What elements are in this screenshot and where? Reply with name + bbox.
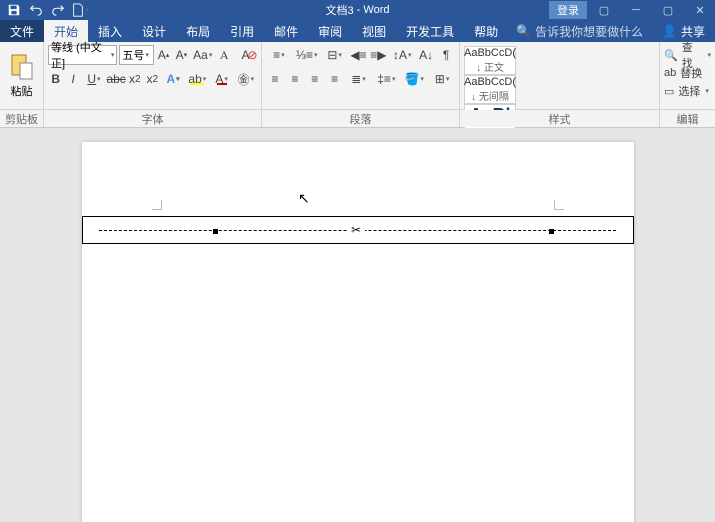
tab-review[interactable]: 审阅: [308, 20, 352, 42]
undo-button[interactable]: [26, 1, 46, 19]
tell-me-search[interactable]: 🔍 告诉我你想要做什么: [516, 20, 643, 42]
grow-font-button[interactable]: A▴: [156, 46, 172, 64]
superscript-button[interactable]: x2: [145, 70, 160, 88]
replace-button[interactable]: ab替换: [664, 64, 711, 82]
share-icon: 👤: [662, 24, 677, 38]
style-normal[interactable]: AaBbCcD( ↓ 正文: [464, 46, 516, 75]
show-marks-button[interactable]: ¶: [437, 46, 455, 64]
font-size-combo[interactable]: 五号▾: [119, 45, 153, 65]
margin-marker-tr: [554, 200, 564, 210]
group-editing: 🔍查找▾ ab替换 ▭选择▾: [660, 42, 715, 109]
mouse-cursor-icon: ↖: [298, 190, 310, 207]
group-clipboard: 粘贴: [0, 42, 44, 109]
tab-mail[interactable]: 邮件: [264, 20, 308, 42]
font-color-button[interactable]: A▾: [210, 70, 232, 88]
sort-button[interactable]: A↓: [417, 46, 435, 64]
tab-design[interactable]: 设计: [132, 20, 176, 42]
numbering-button[interactable]: ⅓≡▾: [294, 46, 320, 64]
search-icon: 🔍: [516, 24, 531, 38]
group-styles: AaBbCcD( ↓ 正文 AaBbCcD( ↓ 无间隔 AaBl 标题 1 ▴…: [460, 42, 660, 109]
select-icon: ▭: [664, 85, 674, 98]
align-left-button[interactable]: ≡: [266, 70, 284, 88]
shading-button[interactable]: 🪣▾: [401, 70, 427, 88]
login-button[interactable]: 登录: [549, 1, 587, 19]
increase-indent-button[interactable]: ≡▶: [369, 46, 387, 64]
app-name: Word: [363, 4, 389, 16]
label-font: 字体: [44, 110, 262, 127]
minimize-button[interactable]: ─: [621, 0, 651, 20]
ribbon-group-labels: 剪贴板 字体 段落 样式 编辑: [0, 110, 715, 128]
cut-line-shape[interactable]: [82, 216, 634, 244]
document-name: 文档3: [326, 2, 354, 18]
new-doc-button[interactable]: ▾: [70, 1, 90, 19]
paste-label: 粘贴: [11, 83, 33, 99]
underline-button[interactable]: U▾: [83, 70, 105, 88]
borders-button[interactable]: ⊞▾: [429, 70, 455, 88]
find-button[interactable]: 🔍查找▾: [664, 46, 711, 64]
group-paragraph: ≡▾ ⅓≡▾ ⊟▾ ◀≡ ≡▶ ↕A▾ A↓ ¶ ≡ ≡ ≡ ≡ ≣▾ ‡≡▾ …: [262, 42, 460, 109]
quick-access-toolbar: ▾: [0, 1, 90, 19]
align-center-button[interactable]: ≡: [286, 70, 304, 88]
tab-help[interactable]: 帮助: [464, 20, 508, 42]
close-button[interactable]: ✕: [685, 0, 715, 20]
highlight-button[interactable]: ab▾: [186, 70, 208, 88]
ribbon: 粘贴 等线 (中文正]▾ 五号▾ A▴ A▾ Aa▾ A A⊘ B I U▾ a…: [0, 42, 715, 110]
phonetic-guide-button[interactable]: A: [216, 46, 232, 64]
shrink-font-button[interactable]: A▾: [173, 46, 189, 64]
font-name-combo[interactable]: 等线 (中文正]▾: [48, 45, 117, 65]
select-button[interactable]: ▭选择▾: [664, 82, 711, 100]
strikethrough-button[interactable]: abc: [107, 70, 125, 88]
tab-view[interactable]: 视图: [352, 20, 396, 42]
page[interactable]: [82, 142, 634, 522]
text-direction-button[interactable]: ↕A▾: [389, 46, 415, 64]
label-styles: 样式: [460, 110, 660, 127]
title-bar: ▾ 文档3 - Word 登录 ▢ ─ ▢ ✕: [0, 0, 715, 20]
cutline-handle-left[interactable]: [213, 229, 218, 234]
clear-format-button[interactable]: A⊘: [234, 46, 257, 64]
paste-icon: [10, 53, 34, 81]
bullets-button[interactable]: ≡▾: [266, 46, 292, 64]
cut-dashed-line: [99, 230, 616, 231]
document-area[interactable]: ↖: [0, 128, 715, 522]
enclose-char-button[interactable]: ㊎▾: [235, 70, 257, 88]
text-effects-button[interactable]: A▾: [162, 70, 184, 88]
share-label: 共享: [681, 23, 705, 40]
margin-marker-tl: [152, 200, 162, 210]
cutline-handle-right[interactable]: [549, 229, 554, 234]
find-icon: 🔍: [664, 49, 678, 62]
replace-icon: ab: [664, 67, 676, 79]
tab-dev[interactable]: 开发工具: [396, 20, 464, 42]
bold-button[interactable]: B: [48, 70, 63, 88]
change-case-button[interactable]: Aa▾: [191, 46, 214, 64]
label-editing: 编辑: [660, 110, 715, 127]
multilevel-list-button[interactable]: ⊟▾: [322, 46, 348, 64]
maximize-button[interactable]: ▢: [653, 0, 683, 20]
style-no-spacing[interactable]: AaBbCcD( ↓ 无间隔: [464, 75, 516, 104]
italic-button[interactable]: I: [65, 70, 80, 88]
save-button[interactable]: [4, 1, 24, 19]
tab-layout[interactable]: 布局: [176, 20, 220, 42]
tab-file[interactable]: 文件: [0, 20, 44, 42]
redo-button[interactable]: [48, 1, 68, 19]
decrease-indent-button[interactable]: ◀≡: [350, 46, 368, 64]
group-font: 等线 (中文正]▾ 五号▾ A▴ A▾ Aa▾ A A⊘ B I U▾ abc …: [44, 42, 262, 109]
paste-button[interactable]: 粘贴: [10, 53, 34, 99]
distribute-button[interactable]: ≣▾: [346, 70, 372, 88]
search-placeholder: 告诉我你想要做什么: [535, 23, 643, 40]
subscript-button[interactable]: x2: [127, 70, 142, 88]
line-spacing-button[interactable]: ‡≡▾: [373, 70, 399, 88]
ribbon-options-button[interactable]: ▢: [589, 0, 619, 20]
label-clipboard: 剪贴板: [0, 110, 44, 127]
label-paragraph: 段落: [262, 110, 460, 127]
justify-button[interactable]: ≡: [326, 70, 344, 88]
window-title: 文档3 - Word: [326, 2, 390, 18]
tab-references[interactable]: 引用: [220, 20, 264, 42]
align-right-button[interactable]: ≡: [306, 70, 324, 88]
